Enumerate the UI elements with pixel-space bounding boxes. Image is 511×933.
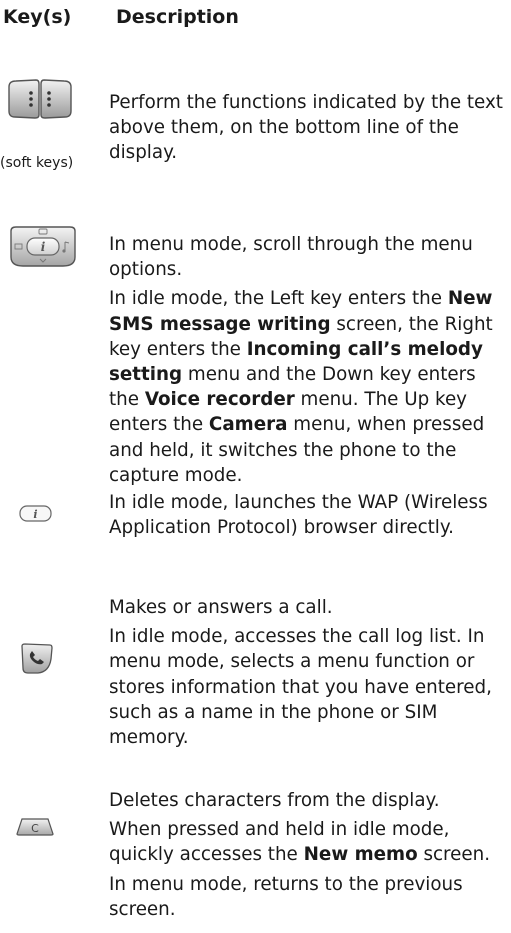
text-run: Deletes characters from the display. bbox=[109, 790, 440, 811]
soft-keys-caption: (soft keys) bbox=[0, 155, 74, 171]
clear-key-label: C bbox=[31, 822, 39, 835]
description-paragraph: In idle mode, the Left key enters the Ne… bbox=[109, 286, 507, 488]
description-paragraph: In idle mode, accesses the call log list… bbox=[109, 624, 507, 750]
text-run: In menu mode, returns to the previous sc… bbox=[109, 873, 463, 920]
navigation-keys-icon: i bbox=[7, 225, 79, 273]
text-run: screen. bbox=[417, 844, 491, 866]
description-dial-key: Makes or answers a call. In idle mode, ac… bbox=[109, 595, 507, 750]
svg-text:i: i bbox=[33, 508, 37, 521]
dial-key-icon bbox=[20, 642, 54, 680]
text-run: In idle mode, the Left key enters the bbox=[109, 288, 448, 310]
description-paragraph: When pressed and held in idle mode, quic… bbox=[109, 817, 507, 867]
bold-term: Camera bbox=[208, 414, 288, 436]
description-paragraph: Makes or answers a call. bbox=[109, 595, 507, 620]
text-run: In menu mode, scroll through the menu op… bbox=[109, 234, 473, 281]
text-run: In idle mode, launches the WAP (Wireless… bbox=[109, 492, 488, 539]
bold-term: New memo bbox=[303, 844, 418, 866]
description-navigation-keys: In menu mode, scroll through the menu op… bbox=[109, 232, 507, 488]
text-run: Makes or answers a call. bbox=[109, 597, 333, 618]
description-paragraph: Deletes characters from the display. bbox=[109, 788, 507, 813]
column-header-description: Description bbox=[116, 6, 239, 28]
bold-term: Voice recorder bbox=[144, 389, 295, 411]
description-soft-keys: Perform the functions indicated by the t… bbox=[109, 90, 507, 166]
clear-key-icon: C bbox=[16, 817, 54, 841]
description-paragraph: In idle mode, launches the WAP (Wireless… bbox=[109, 490, 507, 540]
soft-keys-icon bbox=[6, 79, 74, 123]
description-paragraph: In menu mode, scroll through the menu op… bbox=[109, 232, 507, 282]
text-run: Perform the functions indicated by the t… bbox=[109, 92, 503, 164]
column-header-keys: Key(s) bbox=[3, 6, 72, 28]
text-run: In idle mode, accesses the call log list… bbox=[109, 626, 492, 749]
description-paragraph: Perform the functions indicated by the t… bbox=[109, 90, 507, 166]
svg-text:i: i bbox=[41, 240, 46, 254]
wap-key-icon: i bbox=[19, 505, 53, 527]
description-paragraph: In menu mode, returns to the previous sc… bbox=[109, 872, 507, 922]
description-wap-key: In idle mode, launches the WAP (Wireless… bbox=[109, 490, 507, 540]
description-clear-key: Deletes characters from the display. When… bbox=[109, 788, 507, 922]
